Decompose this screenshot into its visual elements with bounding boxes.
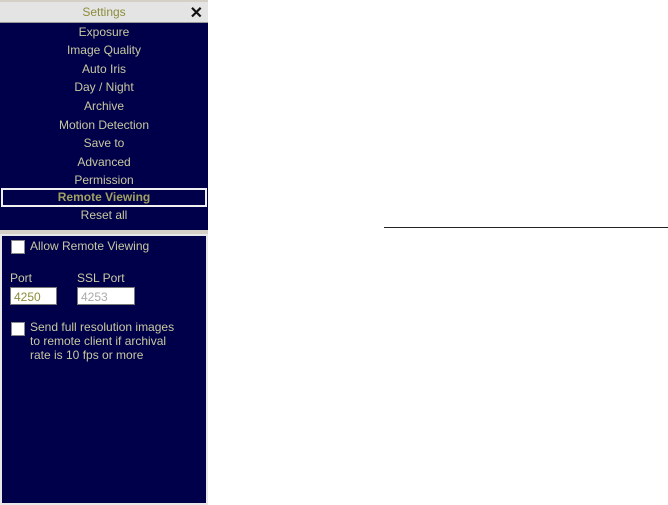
menu-item-auto-iris[interactable]: Auto Iris — [0, 60, 208, 78]
allow-remote-viewing-checkbox[interactable] — [11, 240, 25, 254]
full-resolution-line-2: to remote client if archival — [30, 334, 167, 348]
settings-panel: Settings ✕ Exposure Image Quality Auto I… — [0, 0, 208, 505]
allow-remote-viewing-label: Allow Remote Viewing — [30, 239, 150, 253]
ssl-port-input[interactable]: 4253 — [77, 287, 135, 305]
menu-item-archive[interactable]: Archive — [0, 97, 208, 115]
remote-viewing-pane: Allow Remote Viewing Port SSL Port 4250 … — [0, 234, 208, 505]
ssl-port-label: SSL Port — [77, 271, 125, 285]
full-resolution-label: Send full resolution images to remote cl… — [30, 320, 174, 362]
port-input[interactable]: 4250 — [10, 287, 57, 305]
menu-item-advanced[interactable]: Advanced — [0, 153, 208, 171]
settings-menu: Exposure Image Quality Auto Iris Day / N… — [0, 23, 208, 230]
full-resolution-line-3: rate is 10 fps or more — [30, 348, 144, 362]
menu-item-day-night[interactable]: Day / Night — [0, 78, 208, 96]
close-icon[interactable]: ✕ — [190, 3, 203, 23]
menu-item-exposure[interactable]: Exposure — [0, 23, 208, 41]
full-resolution-checkbox[interactable] — [11, 322, 25, 336]
full-resolution-line-1: Send full resolution images — [30, 320, 175, 334]
menu-item-image-quality[interactable]: Image Quality — [0, 41, 208, 59]
divider-line — [384, 227, 668, 228]
port-label: Port — [10, 271, 33, 285]
menu-item-motion-detection[interactable]: Motion Detection — [0, 116, 208, 134]
title-bar: Settings ✕ — [0, 2, 208, 23]
panel-title: Settings — [82, 5, 126, 19]
menu-item-remote-viewing[interactable]: Remote Viewing — [1, 188, 207, 207]
menu-item-save-to[interactable]: Save to — [0, 134, 208, 152]
menu-item-reset-all[interactable]: Reset all — [0, 206, 208, 224]
menu-item-permission[interactable]: Permission — [0, 171, 208, 189]
